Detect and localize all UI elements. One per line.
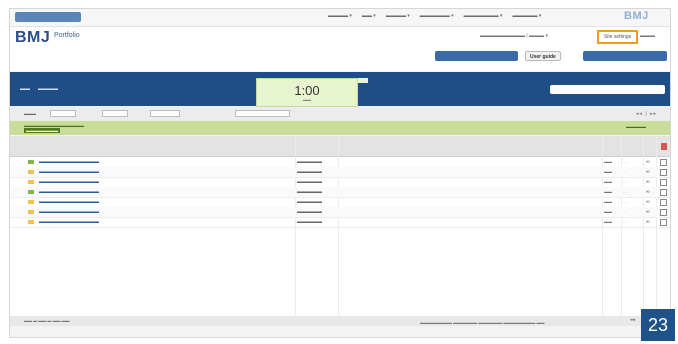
timer: 1:00 ▬▬: [256, 78, 358, 107]
bmj-small-logo: BMJ: [624, 10, 649, 22]
toolbar-buttons: ▬▬ ▬▬▬▬: [20, 86, 58, 92]
bottom-bar: ▬▬ ▬ ▬▬ ▬ ▬▬ ▬▬ ◂◂: [10, 316, 670, 326]
filter-label: ▬▬▬: [24, 111, 36, 116]
bmj-logo: BMJ: [15, 29, 51, 46]
link-icon[interactable]: ∞: [646, 209, 650, 215]
row-title[interactable]: ▬▬▬▬▬▬▬▬▬▬▬▬: [39, 169, 99, 175]
timer-subtext: ▬▬: [303, 97, 311, 102]
sign-out-link[interactable]: ▬▬▬: [640, 33, 655, 39]
row-dash: –: [623, 209, 626, 214]
pending-button[interactable]: [435, 51, 518, 61]
row-date: ▬▬▬▬▬: [297, 169, 322, 175]
filter-bar: ▬▬▬ ◂◂ | ▸▸: [10, 107, 670, 122]
notice-link[interactable]: ▬▬▬▬▬▬▬▬: [24, 128, 60, 133]
row-size: ▬▬: [604, 199, 612, 204]
timer-tab[interactable]: [358, 78, 368, 83]
row-dash: –: [623, 179, 626, 184]
row-date: ▬▬▬▬▬: [297, 189, 322, 195]
row-checkbox[interactable]: [660, 179, 667, 186]
row-size: ▬▬: [604, 189, 612, 194]
table-header: [10, 136, 670, 157]
row-dash: –: [623, 199, 626, 204]
row-date: ▬▬▬▬▬: [297, 219, 322, 225]
row-title[interactable]: ▬▬▬▬▬▬▬▬▬▬▬▬: [39, 219, 99, 225]
row-title[interactable]: ▬▬▬▬▬▬▬▬▬▬▬▬: [39, 209, 99, 215]
row-dash: –: [623, 159, 626, 164]
row-title[interactable]: ▬▬▬▬▬▬▬▬▬▬▬▬: [39, 159, 99, 165]
pager-top[interactable]: ◂◂ | ▸▸: [636, 111, 657, 117]
row-date: ▬▬▬▬▬: [297, 199, 322, 205]
row-size: ▬▬: [604, 169, 612, 174]
row-size: ▬▬: [604, 209, 612, 214]
folder-icon: [28, 190, 34, 194]
folder-icon: [28, 220, 34, 224]
portfolio-logo: Portfolio: [54, 32, 80, 39]
toolbar-search-input[interactable]: [550, 85, 665, 94]
link-icon[interactable]: ∞: [646, 199, 650, 205]
timer-value: 1:00: [294, 83, 320, 98]
top-nav-item[interactable]: ▬▬▬▬▬▬▬ ▾: [464, 13, 503, 19]
row-checkbox[interactable]: [660, 189, 667, 196]
header: ▬▬▬▬▬▬▬▬▬ | ▬▬▬ ▾ Site settings ▬▬▬ User…: [10, 27, 670, 71]
trash-icon[interactable]: [661, 143, 667, 150]
row-checkbox[interactable]: [660, 199, 667, 206]
row-checkbox[interactable]: [660, 159, 667, 166]
footer-links[interactable]: ▬▬▬▬▬▬▬▬ ▬▬▬▬▬▬ ▬▬▬▬▬▬ ▬▬▬▬▬▬▬▬ ▬▬: [420, 320, 544, 325]
folder-icon: [28, 180, 34, 184]
toolbar-button[interactable]: ▬▬▬▬: [38, 86, 58, 92]
signed-in-text: ▬▬▬▬▬▬▬▬▬ | ▬▬▬ ▾: [480, 33, 548, 39]
folder-icon: [28, 210, 34, 214]
link-icon[interactable]: ∞: [646, 169, 650, 175]
page-size-select[interactable]: ▬▬ ▬ ▬▬ ▬ ▬▬ ▬▬: [24, 318, 70, 323]
notice-dismiss[interactable]: ▬▬▬▬▬: [626, 124, 646, 129]
top-search-pill[interactable]: [15, 12, 81, 22]
notice-bar: ▬▬▬▬▬▬▬▬▬▬▬▬▬▬▬ ▬▬▬▬▬▬▬▬ ▬▬▬▬▬: [10, 121, 670, 135]
page-number-badge: 23: [641, 309, 675, 341]
row-title[interactable]: ▬▬▬▬▬▬▬▬▬▬▬▬: [39, 189, 99, 195]
filter-select[interactable]: [50, 110, 76, 117]
row-date: ▬▬▬▬▬: [297, 209, 322, 215]
link-icon[interactable]: ∞: [646, 179, 650, 185]
row-size: ▬▬: [604, 179, 612, 184]
user-guide-button[interactable]: User guide: [525, 51, 561, 61]
folder-icon: [28, 200, 34, 204]
row-dash: –: [623, 169, 626, 174]
portfolio-window: ▬▬▬▬ ▾ ▬▬ ▾ ▬▬▬▬ ▾ ▬▬▬▬▬▬ ▾ ▬▬▬▬▬▬▬ ▾ ▬▬…: [9, 8, 671, 338]
row-date: ▬▬▬▬▬: [297, 179, 322, 185]
export-button[interactable]: [583, 51, 667, 61]
top-nav-item[interactable]: ▬▬▬▬▬ ▾: [513, 13, 542, 19]
row-size: ▬▬: [604, 159, 612, 164]
toolbar: ▬▬ ▬▬▬▬ 1:00 ▬▬: [10, 72, 670, 107]
pager-bottom[interactable]: ◂◂: [630, 317, 635, 323]
table-row[interactable]: ▬▬▬▬▬▬▬▬▬▬▬▬ ▬▬▬▬▬ ▬▬ – ∞: [10, 217, 670, 228]
folder-icon: [28, 160, 34, 164]
link-icon[interactable]: ∞: [646, 159, 650, 165]
row-checkbox[interactable]: [660, 209, 667, 216]
top-nav-item[interactable]: ▬▬ ▾: [362, 13, 376, 19]
filter-input[interactable]: [235, 110, 290, 117]
row-title[interactable]: ▬▬▬▬▬▬▬▬▬▬▬▬: [39, 199, 99, 205]
link-icon[interactable]: ∞: [646, 189, 650, 195]
folder-icon: [28, 170, 34, 174]
top-nav: ▬▬▬▬ ▾ ▬▬ ▾ ▬▬▬▬ ▾ ▬▬▬▬▬▬ ▾ ▬▬▬▬▬▬▬ ▾ ▬▬…: [328, 13, 541, 19]
filter-select[interactable]: [102, 110, 128, 117]
row-checkbox[interactable]: [660, 219, 667, 226]
site-settings-link[interactable]: Site settings: [597, 30, 638, 44]
row-checkbox[interactable]: [660, 169, 667, 176]
filter-select[interactable]: [150, 110, 180, 117]
notice-text: ▬▬▬▬▬▬▬▬▬▬▬▬▬▬▬ ▬▬▬▬▬▬▬▬: [24, 123, 84, 133]
link-icon[interactable]: ∞: [646, 219, 650, 225]
toolbar-button[interactable]: ▬▬: [20, 86, 30, 92]
row-title[interactable]: ▬▬▬▬▬▬▬▬▬▬▬▬: [39, 179, 99, 185]
top-nav-item[interactable]: ▬▬▬▬ ▾: [328, 13, 352, 19]
entries-table: ▬▬▬▬▬▬▬▬▬▬▬▬ ▬▬▬▬▬ ▬▬ – ∞ ▬▬▬▬▬▬▬▬▬▬▬▬ ▬▬▬▬▬ ▬▬…: [10, 136, 670, 316]
top-bar: ▬▬▬▬ ▾ ▬▬ ▾ ▬▬▬▬ ▾ ▬▬▬▬▬▬ ▾ ▬▬▬▬▬▬▬ ▾ ▬▬…: [10, 9, 670, 27]
top-nav-item[interactable]: ▬▬▬▬▬▬ ▾: [420, 13, 454, 19]
row-dash: –: [623, 219, 626, 224]
row-date: ▬▬▬▬▬: [297, 159, 322, 165]
row-dash: –: [623, 189, 626, 194]
top-nav-item[interactable]: ▬▬▬▬ ▾: [386, 13, 410, 19]
row-size: ▬▬: [604, 219, 612, 224]
